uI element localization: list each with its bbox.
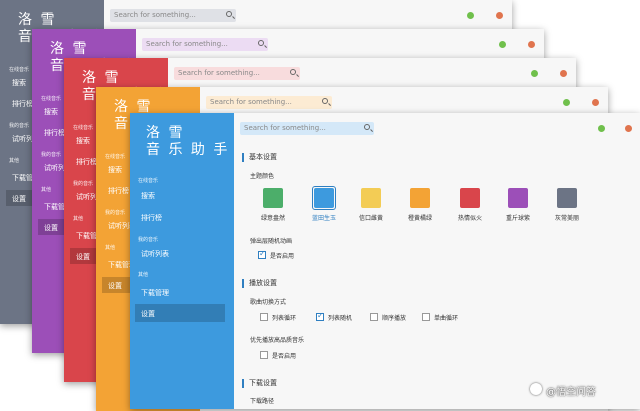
- sidebar-item-trial-list[interactable]: 试听列表: [141, 249, 169, 259]
- sidebar-section-other: 其他: [41, 187, 52, 193]
- search-icon[interactable]: [258, 40, 264, 46]
- play-mode-label-list-loop[interactable]: 列表循环: [272, 313, 296, 322]
- theme-label-purple: 重斤球紫: [505, 215, 530, 222]
- minimize-button[interactable]: [467, 12, 474, 19]
- sidebar-item-settings[interactable]: 设置: [76, 252, 90, 262]
- sidebar-section-other: 其他: [105, 245, 116, 251]
- popup-animation-label: 弹出层随机动画: [250, 238, 293, 245]
- hq-music-option-label[interactable]: 是否启用: [272, 351, 296, 360]
- popup-animation-checkbox[interactable]: [258, 249, 266, 259]
- section-title-play: 播放设置: [242, 279, 277, 288]
- section-title-download: 下载设置: [242, 379, 277, 388]
- sidebar-item-settings[interactable]: 设置: [108, 281, 122, 291]
- play-mode-checkbox-list-random[interactable]: [316, 311, 324, 321]
- sidebar-item-settings[interactable]: 设置: [44, 223, 58, 233]
- minimize-button[interactable]: [531, 70, 538, 77]
- sidebar-item-search[interactable]: 搜索: [12, 78, 26, 88]
- theme-swatch-blue[interactable]: [314, 188, 334, 208]
- close-button[interactable]: [528, 41, 535, 48]
- search-icon[interactable]: [322, 98, 328, 104]
- theme-label-yellow: 信口雌黄: [358, 215, 383, 222]
- search-input[interactable]: Search for something...: [142, 38, 268, 51]
- theme-swatch-green[interactable]: [263, 188, 283, 208]
- play-mode-checkbox-sequential[interactable]: [370, 313, 378, 321]
- sidebar-section-online: 在线音乐: [41, 96, 62, 102]
- theme-swatch-red[interactable]: [460, 188, 480, 208]
- sidebar-item-search[interactable]: 搜索: [76, 136, 90, 146]
- section-title-basic: 基本设置: [242, 153, 277, 162]
- close-button[interactable]: [592, 99, 599, 106]
- search-icon[interactable]: [226, 11, 232, 17]
- hq-music-checkbox[interactable]: [260, 351, 268, 359]
- play-mode-label-single-loop[interactable]: 单曲循环: [434, 313, 458, 322]
- hq-music-label: 优先播放高品质音乐: [250, 337, 305, 344]
- sidebar-item-downloads[interactable]: 下载管理: [141, 288, 169, 298]
- sidebar-item-charts[interactable]: 排行榜: [141, 213, 162, 223]
- play-mode-label-list-random[interactable]: 列表随机: [328, 313, 352, 322]
- sidebar-section-online: 在线音乐: [73, 125, 94, 131]
- sidebar: 洛 雪 音 乐 助 手 在线音乐 搜索 排行榜 我的音乐 试听列表 其他 下载管…: [130, 113, 234, 409]
- play-mode-checkbox-single-loop[interactable]: [422, 313, 430, 321]
- theme-color-label: 主题颜色: [250, 173, 275, 180]
- search-icon[interactable]: [364, 124, 370, 130]
- sidebar-section-other: 其他: [73, 216, 84, 222]
- sidebar-section-mine: 我的音乐: [105, 210, 126, 216]
- play-mode-label: 歌曲切换方式: [250, 299, 287, 306]
- theme-swatch-purple[interactable]: [508, 188, 528, 208]
- search-input[interactable]: Search for something...: [174, 67, 300, 80]
- close-button[interactable]: [496, 12, 503, 19]
- minimize-button[interactable]: [499, 41, 506, 48]
- sidebar-item-charts[interactable]: 排行榜: [12, 99, 33, 109]
- theme-swatch-gray[interactable]: [557, 188, 577, 208]
- search-icon[interactable]: [290, 69, 296, 75]
- minimize-button[interactable]: [598, 125, 605, 132]
- sidebar-item-search[interactable]: 搜索: [141, 191, 155, 201]
- sidebar-item-charts[interactable]: 排行榜: [44, 128, 65, 138]
- close-button[interactable]: [625, 125, 632, 132]
- play-mode-checkbox-list-loop[interactable]: [260, 313, 268, 321]
- minimize-button[interactable]: [563, 99, 570, 106]
- popup-animation-option-label[interactable]: 是否启用: [270, 251, 294, 260]
- theme-label-red: 热情似火: [457, 215, 482, 222]
- watermark: @悟空问答: [546, 387, 596, 398]
- sidebar-item-settings[interactable]: 设置: [141, 309, 155, 319]
- play-mode-label-sequential[interactable]: 顺序播放: [382, 313, 406, 322]
- theme-label-gray: 灰常美丽: [554, 215, 579, 222]
- sidebar-section-other: 其他: [9, 158, 20, 164]
- theme-label-green: 绿意盎然: [260, 215, 285, 222]
- app-logo: 洛 雪 音 乐 助 手: [146, 125, 230, 158]
- sidebar-section-online: 在线音乐: [9, 67, 30, 73]
- watermark-logo-icon: [530, 383, 542, 395]
- sidebar-item-settings[interactable]: 设置: [12, 194, 26, 204]
- sidebar-item-charts[interactable]: 排行榜: [108, 186, 129, 196]
- theme-swatch-orange[interactable]: [410, 188, 430, 208]
- sidebar-item-search[interactable]: 搜索: [44, 107, 58, 117]
- app-window-blue-theme: 洛 雪 音 乐 助 手 在线音乐 搜索 排行榜 我的音乐 试听列表 其他 下载管…: [130, 113, 640, 409]
- sidebar-item-charts[interactable]: 排行榜: [76, 157, 97, 167]
- theme-swatch-yellow[interactable]: [361, 188, 381, 208]
- theme-label-orange: 橙黄橘绿: [407, 215, 432, 222]
- download-path-label: 下载路径: [250, 398, 275, 405]
- sidebar-section-mine: 我的音乐: [9, 123, 30, 129]
- sidebar-section-other: 其他: [138, 272, 149, 278]
- sidebar-section-online: 在线音乐: [138, 178, 159, 184]
- sidebar-section-mine: 我的音乐: [41, 152, 62, 158]
- close-button[interactable]: [560, 70, 567, 77]
- sidebar-section-mine: 我的音乐: [73, 181, 94, 187]
- sidebar-section-mine: 我的音乐: [138, 237, 159, 243]
- search-input[interactable]: Search for something...: [240, 122, 374, 135]
- sidebar-section-online: 在线音乐: [105, 154, 126, 160]
- search-input[interactable]: Search for something...: [206, 96, 332, 109]
- sidebar-item-search[interactable]: 搜索: [108, 165, 122, 175]
- main-content: Search for something... 基本设置 主题颜色 绿意盎然 蓝…: [234, 113, 640, 409]
- theme-label-blue: 蓝田生玉: [311, 215, 336, 222]
- search-input[interactable]: Search for something...: [110, 9, 236, 22]
